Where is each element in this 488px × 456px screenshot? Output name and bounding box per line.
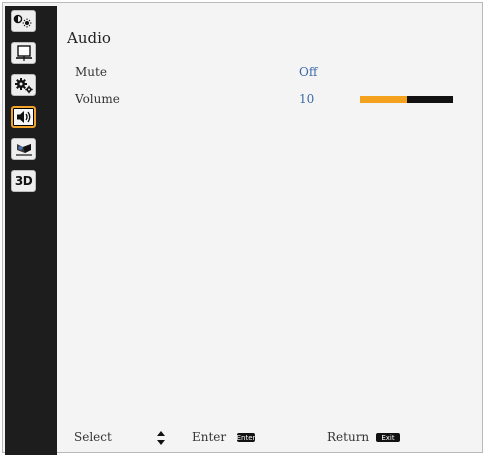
display-picture-icon bbox=[13, 13, 34, 29]
exit-key-icon: Exit bbox=[376, 433, 400, 442]
mute-label: Mute bbox=[75, 65, 107, 79]
3d-icon: 3D bbox=[14, 174, 33, 188]
sidebar-item-screen[interactable] bbox=[11, 42, 36, 64]
mute-value[interactable]: Off bbox=[299, 65, 317, 79]
projector-icon bbox=[14, 141, 34, 157]
speaker-icon bbox=[15, 109, 33, 125]
footer-hints: Select Enter Enter Return Exit bbox=[57, 420, 483, 453]
up-down-arrows-icon bbox=[157, 431, 165, 445]
return-hint-label: Return bbox=[327, 430, 370, 444]
settings-gears-icon bbox=[14, 77, 34, 94]
volume-slider-fill bbox=[360, 96, 407, 103]
enter-key-icon: Enter bbox=[236, 433, 256, 442]
sidebar-item-3d[interactable]: 3D bbox=[11, 170, 36, 192]
enter-hint-label: Enter bbox=[192, 430, 227, 444]
screen-icon bbox=[15, 44, 33, 62]
volume-slider[interactable] bbox=[360, 96, 453, 103]
sidebar-item-audio[interactable] bbox=[11, 106, 36, 128]
sidebar-item-picture[interactable] bbox=[11, 10, 36, 32]
select-hint-label: Select bbox=[74, 430, 112, 444]
volume-label: Volume bbox=[75, 92, 120, 106]
page-title: Audio bbox=[67, 29, 111, 47]
sidebar: 3D bbox=[5, 6, 57, 455]
sidebar-item-settings[interactable] bbox=[11, 74, 36, 96]
volume-value[interactable]: 10 bbox=[299, 92, 314, 106]
sidebar-item-projector[interactable] bbox=[11, 138, 36, 160]
